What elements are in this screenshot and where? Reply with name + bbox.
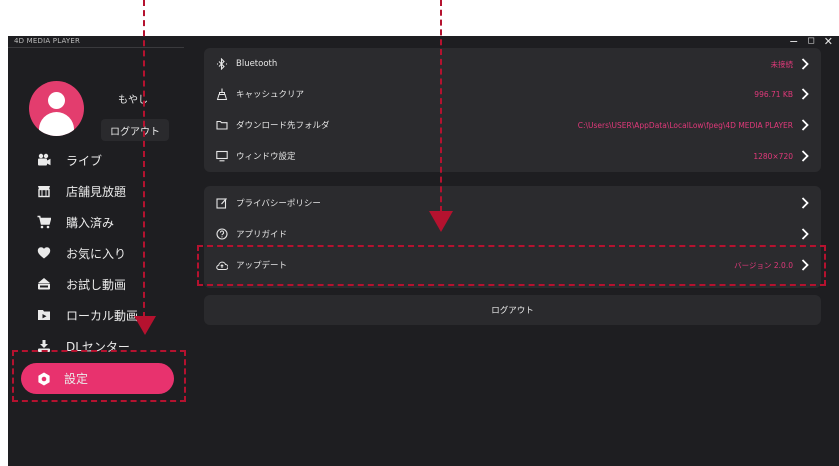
maximize-button[interactable]: ◻ xyxy=(807,36,814,48)
avatar-head xyxy=(48,92,65,109)
sidebar-item-label: 購入済み xyxy=(66,215,115,230)
broom-icon xyxy=(216,88,228,100)
chevron-right-icon xyxy=(800,88,810,100)
annotation-box-update xyxy=(197,245,826,286)
sidebar-item-label: ローカル動画 xyxy=(66,308,139,323)
close-button[interactable]: ✕ xyxy=(824,36,833,48)
live-camera-icon xyxy=(37,153,51,167)
setting-value: 1280×720 xyxy=(753,151,793,161)
sidebar-item-trial[interactable]: お試し動画 xyxy=(37,274,126,294)
sidebar-item-label: お試し動画 xyxy=(66,277,127,292)
sidebar-item-label: 店舗見放題 xyxy=(66,184,127,199)
sidebar-item-local-video[interactable]: ローカル動画 xyxy=(37,305,138,325)
annotation-dashed-line xyxy=(440,0,442,212)
minimize-button[interactable]: − xyxy=(789,36,798,48)
annotation-dashed-line xyxy=(143,0,145,318)
chevron-right-icon xyxy=(800,58,810,70)
setting-label: プライバシーポリシー xyxy=(236,199,321,209)
setting-value: C:\Users\USER\AppData\LocalLow\fpeg\4D M… xyxy=(577,120,793,130)
setting-row-privacy-policy[interactable]: プライバシーポリシー xyxy=(204,188,821,218)
chevron-right-icon xyxy=(800,228,810,240)
setting-label: キャッシュクリア xyxy=(236,90,305,100)
setting-label: Bluetooth xyxy=(236,59,278,69)
heart-icon xyxy=(37,246,51,260)
setting-row-bluetooth[interactable]: Bluetooth 未接続 xyxy=(204,49,821,79)
setting-value: 996.71 KB xyxy=(754,89,793,99)
setting-label: ダウンロード先フォルダ xyxy=(236,121,330,131)
cart-icon xyxy=(37,215,51,229)
setting-row-window[interactable]: ウィンドウ設定 1280×720 xyxy=(204,141,821,171)
sidebar-item-live[interactable]: ライブ xyxy=(37,150,102,170)
setting-row-download-folder[interactable]: ダウンロード先フォルダ C:\Users\USER\AppData\LocalL… xyxy=(204,110,821,140)
chevron-right-icon xyxy=(800,197,810,209)
setting-row-cache-clear[interactable]: キャッシュクリア 996.71 KB xyxy=(204,79,821,109)
sidebar-item-favorites[interactable]: お気に入り xyxy=(37,243,126,263)
logout-button[interactable]: ログアウト xyxy=(204,295,821,325)
window-controls: − ◻ ✕ xyxy=(789,36,833,48)
annotation-box-settings xyxy=(12,350,186,402)
monitor-icon xyxy=(216,150,228,162)
setting-value: 未接続 xyxy=(770,59,794,69)
sidebar-item-store[interactable]: 店舗見放題 xyxy=(37,181,126,201)
trial-icon xyxy=(37,277,51,291)
annotation-arrow-icon xyxy=(134,314,156,340)
folder-play-icon xyxy=(37,308,51,322)
avatar[interactable] xyxy=(29,81,84,136)
title-divider xyxy=(8,47,184,48)
setting-label: ウィンドウ設定 xyxy=(236,152,296,162)
avatar-body xyxy=(39,112,74,136)
annotation-arrow-icon xyxy=(429,209,453,237)
sidebar-logout-button[interactable]: ログアウト xyxy=(101,119,169,141)
app-title: 4D MEDIA PLAYER xyxy=(14,37,81,45)
bluetooth-icon xyxy=(216,58,228,70)
folder-icon xyxy=(216,119,228,131)
sidebar: もやし ログアウト ライブ 店舗見放題 購入済み お気に入り お試し動画 ローカ… xyxy=(8,50,188,466)
help-icon xyxy=(216,228,228,240)
chevron-right-icon xyxy=(800,150,810,162)
edit-icon xyxy=(216,197,228,209)
chevron-right-icon xyxy=(800,119,810,131)
sidebar-item-purchased[interactable]: 購入済み xyxy=(37,212,114,232)
settings-group-device: Bluetooth 未接続 キャッシュクリア 996.71 KB ダウンロード先… xyxy=(204,48,821,172)
store-icon xyxy=(37,184,51,198)
setting-label: アプリガイド xyxy=(236,230,288,240)
sidebar-item-label: お気に入り xyxy=(66,246,127,261)
sidebar-item-label: ライブ xyxy=(66,153,103,168)
